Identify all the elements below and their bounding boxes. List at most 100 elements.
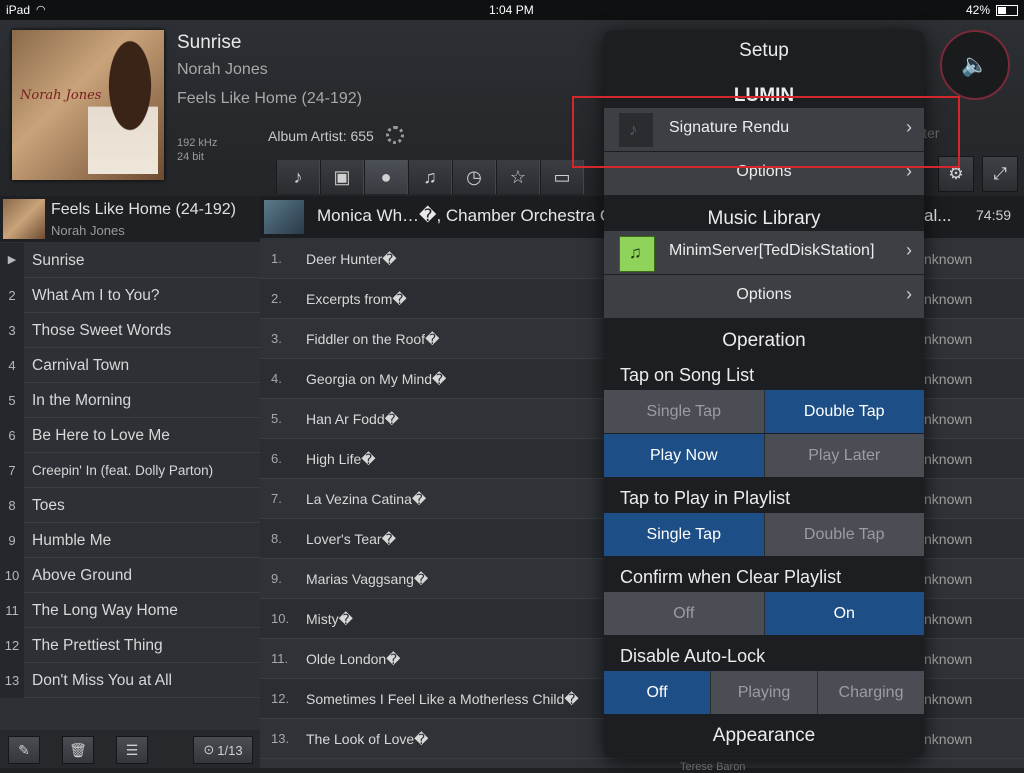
- song-artist: nknown: [924, 611, 973, 627]
- fullscreen-button[interactable]: ⤢: [982, 156, 1018, 192]
- tap-song-list-label: Tap on Song List: [620, 365, 755, 385]
- auto-lock-option[interactable]: Playing: [711, 671, 818, 714]
- confirm-clear-option[interactable]: Off: [604, 592, 765, 635]
- playlist-item-title: Sunrise: [32, 252, 85, 269]
- playlist-item-title: Those Sweet Words: [32, 322, 172, 339]
- album-thumb: [264, 200, 304, 234]
- playlist-item[interactable]: 10 Above Ground: [0, 558, 260, 593]
- playlist-item[interactable]: 4 Carnival Town: [0, 348, 260, 383]
- album-title-tail: al...: [924, 206, 952, 225]
- volume-button[interactable]: 🔈: [940, 30, 1010, 100]
- clock-icon: ◷: [466, 166, 482, 187]
- song-number: 9.: [271, 571, 282, 586]
- playlist-item[interactable]: 2 What Am I to You?: [0, 278, 260, 313]
- playlist-item-title: Toes: [32, 497, 65, 514]
- auto-lock-option[interactable]: Charging: [818, 671, 924, 714]
- playlist-item[interactable]: 12 The Prettiest Thing: [0, 628, 260, 663]
- playlist-item-title: Be Here to Love Me: [32, 427, 170, 444]
- genres-tab[interactable]: ♫: [408, 160, 452, 194]
- playlist-item-number: 10: [0, 558, 24, 593]
- server-row[interactable]: ♫ MinimServer[TedDiskStation] ›: [604, 231, 924, 274]
- song-number: 11.: [271, 651, 289, 666]
- playlist-item[interactable]: 13 Don't Miss You at All: [0, 663, 260, 698]
- playlist-item-number: 6: [0, 418, 24, 453]
- playlist-item[interactable]: 7 Creepin' In (feat. Dolly Parton): [0, 453, 260, 488]
- recent-tab[interactable]: ◷: [452, 160, 496, 194]
- tap-song-list-option[interactable]: Single Tap: [604, 390, 765, 433]
- library-options-row[interactable]: Options ›: [604, 275, 924, 318]
- auto-lock-label: Disable Auto-Lock: [620, 646, 766, 666]
- now-playing-album: Feels Like Home (24-192): [177, 90, 362, 107]
- chevron-right-icon: ›: [906, 284, 912, 304]
- playlist-header: Feels Like Home (24-192) Norah Jones: [0, 196, 260, 242]
- note-icon: ♪: [293, 166, 303, 187]
- album-icon: ▣: [333, 166, 351, 187]
- playlist-item[interactable]: 9 Humble Me: [0, 523, 260, 558]
- song-number: 6.: [271, 451, 282, 466]
- confirm-clear-option[interactable]: On: [764, 592, 924, 635]
- tap-playlist-option[interactable]: Double Tap: [764, 513, 924, 556]
- play-mode-option[interactable]: Play Now: [604, 434, 765, 477]
- playlist-item-number: 4: [0, 348, 24, 383]
- playlist-item-number: 13: [0, 663, 24, 698]
- play-circle-icon: ⊙: [203, 742, 215, 757]
- song-title: Olde London�: [306, 651, 401, 667]
- appearance-title: Appearance: [712, 725, 816, 746]
- playlist-item[interactable]: 6 Be Here to Love Me: [0, 418, 260, 453]
- songs-tab[interactable]: ♪: [276, 160, 320, 194]
- song-title: Misty�: [306, 611, 354, 627]
- tap-playlist-segment: Single Tap Double Tap: [604, 513, 924, 556]
- playlist-item[interactable]: 3 Those Sweet Words: [0, 313, 260, 348]
- edit-playlist-button[interactable]: ✎: [8, 736, 40, 764]
- song-artist: nknown: [924, 451, 973, 467]
- song-number: 7.: [271, 491, 282, 506]
- clock: 1:04 PM: [489, 3, 534, 17]
- tap-song-list-option[interactable]: Double Tap: [764, 390, 924, 433]
- playlist-item-number: 7: [0, 453, 24, 488]
- server-name: MinimServer[TedDiskStation]: [669, 242, 875, 259]
- playlist-counter-text: 1/13: [217, 742, 243, 758]
- playlist-item[interactable]: ▶ Sunrise: [0, 243, 260, 278]
- song-artist: nknown: [924, 651, 973, 667]
- song-title: Georgia on My Mind�: [306, 371, 447, 387]
- albums-tab[interactable]: ▣: [320, 160, 364, 194]
- song-title: Lover's Tear�: [306, 531, 396, 547]
- auto-lock-option[interactable]: Off: [604, 671, 711, 714]
- play-mode-option[interactable]: Play Later: [764, 434, 924, 477]
- save-playlist-button[interactable]: ☰: [116, 736, 148, 764]
- song-artist: nknown: [924, 731, 973, 747]
- clear-playlist-button[interactable]: 🗑: [62, 736, 94, 764]
- song-artist: nknown: [924, 291, 973, 307]
- cover-text: Norah Jones: [20, 88, 102, 103]
- chevron-right-icon: ›: [906, 240, 912, 260]
- playlist-album-title: Feels Like Home (24-192): [51, 201, 236, 218]
- song-title: Marias Vaggsang�: [306, 571, 429, 587]
- song-title: Deer Hunter�: [306, 251, 397, 267]
- playlist-item[interactable]: 8 Toes: [0, 488, 260, 523]
- album-duration: 74:59: [976, 207, 1012, 223]
- artists-tab[interactable]: ●: [364, 160, 408, 194]
- bit-depth: 24 bit: [177, 151, 204, 163]
- tap-playlist-option[interactable]: Single Tap: [604, 513, 765, 556]
- song-number: 1.: [271, 251, 282, 266]
- song-number: 5.: [271, 411, 282, 426]
- battery-percent: 42%: [966, 3, 991, 17]
- playlist-counter[interactable]: ⊙ 1/13: [193, 736, 253, 764]
- song-artist: nknown: [924, 491, 973, 507]
- song-title: High Life�: [306, 451, 376, 467]
- now-playing-title: Sunrise: [177, 32, 242, 53]
- playlist-item[interactable]: 5 In the Morning: [0, 383, 260, 418]
- playlist-item-title: Carnival Town: [32, 357, 130, 374]
- song-title: Fiddler on the Roof�: [306, 331, 440, 347]
- operation-title: Operation: [722, 330, 806, 351]
- playlist-item[interactable]: 11 The Long Way Home: [0, 593, 260, 628]
- favorites-tab[interactable]: ☆: [496, 160, 540, 194]
- album-cover[interactable]: Norah Jones: [12, 30, 164, 180]
- song-artist: nknown: [924, 411, 973, 427]
- device-label: iPad: [6, 3, 31, 17]
- playlist-item-number: 9: [0, 523, 24, 558]
- loading-spinner-icon: [386, 126, 404, 144]
- trash-icon: 🗑: [69, 741, 87, 758]
- song-number: 10.: [271, 611, 290, 626]
- edit-icon: ✎: [18, 741, 30, 758]
